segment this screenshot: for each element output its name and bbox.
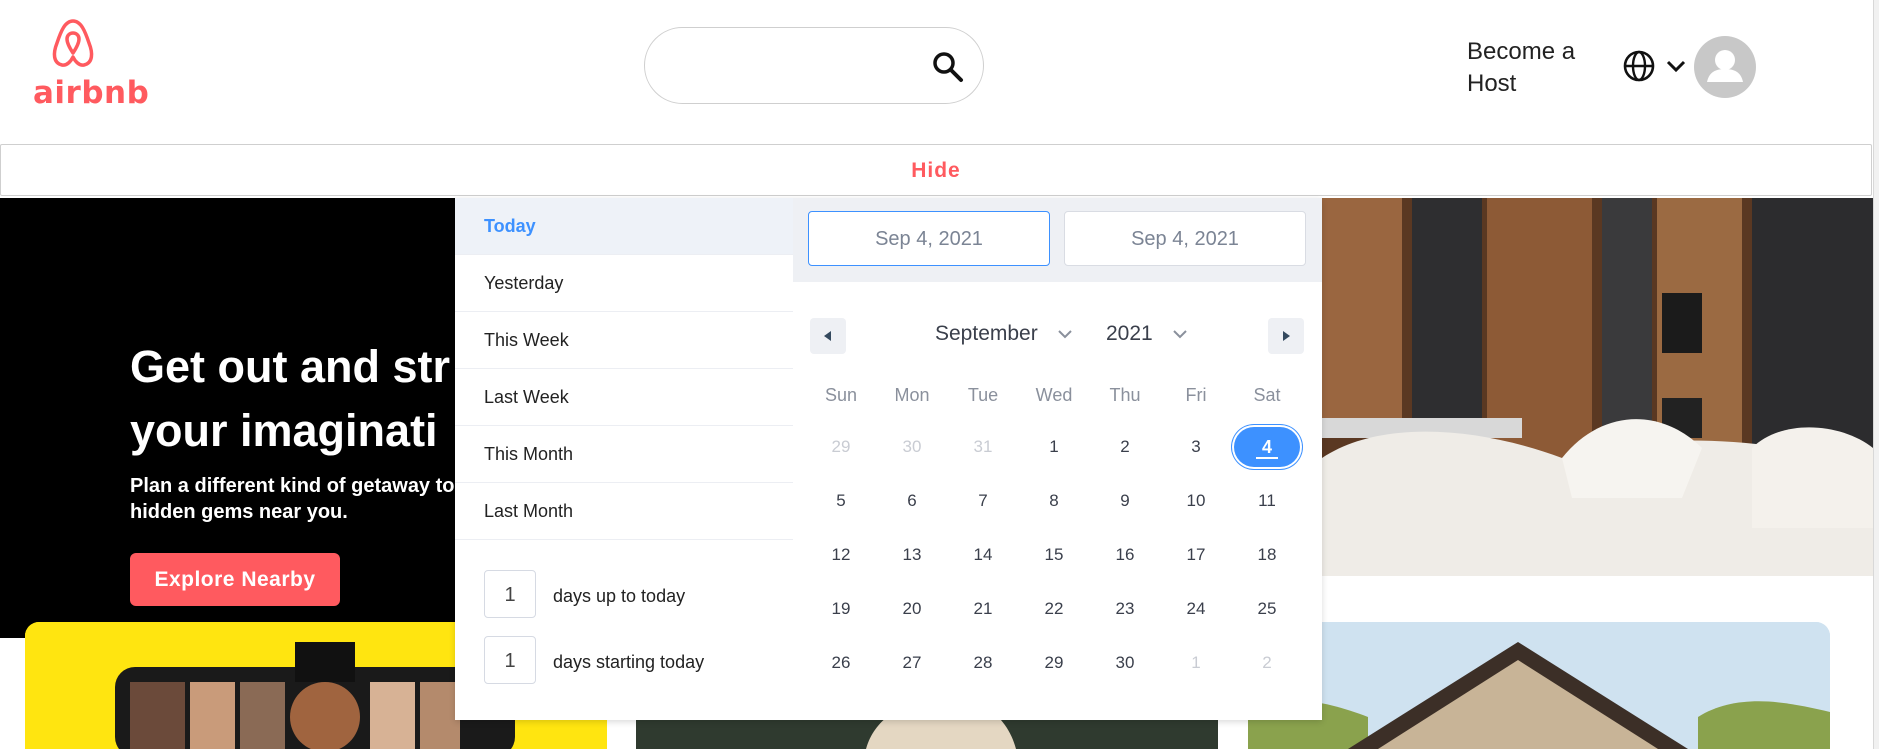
end-date-input[interactable]: Sep 4, 2021	[1064, 211, 1306, 266]
year-value: 2021	[1106, 322, 1153, 345]
page-scrollbar[interactable]	[1873, 0, 1879, 749]
calendar-day[interactable]: 16	[1095, 535, 1155, 575]
calendar-day[interactable]: 1	[1166, 643, 1226, 683]
weekday-label: Sun	[824, 385, 858, 405]
hide-button[interactable]: Hide	[911, 159, 961, 183]
selected-day[interactable]: 4	[1234, 427, 1300, 467]
weekday-label: Tue	[967, 385, 999, 405]
static-ranges: Today Yesterday This Week Last Week This…	[455, 198, 794, 720]
prev-month-button[interactable]	[810, 318, 846, 354]
calendar-day[interactable]: 24	[1166, 589, 1226, 629]
calendar-day[interactable]: 29	[811, 427, 871, 467]
start-date-input[interactable]: Sep 4, 2021	[808, 211, 1050, 266]
calendar-day[interactable]: 31	[953, 427, 1013, 467]
calendar-day[interactable]: 19	[811, 589, 871, 629]
logo-wordmark: airbnb	[33, 75, 150, 111]
date-display: Sep 4, 2021 Sep 4, 2021	[793, 198, 1322, 282]
weekday-label: Sat	[1253, 385, 1281, 405]
date-range-picker: Today Yesterday This Week Last Week This…	[455, 198, 1322, 720]
hide-bar[interactable]: Hide	[0, 144, 1872, 196]
card-entire-homes[interactable]	[1248, 622, 1830, 749]
calendar-day[interactable]: 10	[1166, 481, 1226, 521]
calendar-day[interactable]: 23	[1095, 589, 1155, 629]
weekday-label: Wed	[1035, 385, 1073, 405]
calendar-day[interactable]: 1	[1024, 427, 1084, 467]
hero-banner: Get out and str your imaginati Plan a di…	[0, 198, 455, 638]
calendar-day[interactable]: 6	[882, 481, 942, 521]
weekday-label: Mon	[894, 385, 930, 405]
calendar-day[interactable]: 26	[811, 643, 871, 683]
next-month-button[interactable]	[1268, 318, 1304, 354]
selected-day-label: 4	[1261, 437, 1272, 457]
days-up-to-today-input[interactable]: 1	[484, 570, 536, 618]
search-bar[interactable]	[644, 27, 984, 104]
days-starting-today-label: days starting today	[553, 652, 705, 672]
calendar-day[interactable]: 15	[1024, 535, 1084, 575]
month-select[interactable]: September	[935, 322, 1072, 346]
calendar-day[interactable]: 18	[1237, 535, 1297, 575]
calendar-day[interactable]: 2	[1095, 427, 1155, 467]
chevron-down-icon	[1172, 330, 1187, 339]
user-avatar[interactable]	[1694, 36, 1756, 98]
range-yesterday[interactable]: Yesterday	[455, 255, 793, 312]
range-today[interactable]: Today	[455, 198, 793, 255]
calendar-day[interactable]: 25	[1237, 589, 1297, 629]
top-header: airbnb Become a Host	[0, 0, 1879, 145]
calendar-day[interactable]: 29	[1024, 643, 1084, 683]
calendar-day[interactable]: 12	[811, 535, 871, 575]
month-value: September	[935, 322, 1038, 345]
days-starting-today-input[interactable]: 1	[484, 636, 536, 684]
range-this-month[interactable]: This Month	[455, 426, 793, 483]
calendar-day[interactable]: 30	[1095, 643, 1155, 683]
range-last-week[interactable]: Last Week	[455, 369, 793, 426]
calendar: Sep 4, 2021 Sep 4, 2021 September 2021 S…	[793, 198, 1322, 720]
calendar-day[interactable]: 5	[811, 481, 871, 521]
globe-icon[interactable]	[1622, 49, 1656, 83]
calendar-day[interactable]: 21	[953, 589, 1013, 629]
calendar-day[interactable]: 7	[953, 481, 1013, 521]
caret-right-icon	[1283, 331, 1290, 341]
calendar-day[interactable]: 17	[1166, 535, 1226, 575]
search-icon[interactable]	[931, 50, 965, 84]
weekday-label: Thu	[1109, 385, 1141, 405]
calendar-day[interactable]: 20	[882, 589, 942, 629]
airbnb-logo[interactable]: airbnb	[33, 17, 149, 111]
calendar-day[interactable]: 9	[1095, 481, 1155, 521]
calendar-day[interactable]: 13	[882, 535, 942, 575]
calendar-day[interactable]: 11	[1237, 481, 1297, 521]
calendar-day[interactable]: 8	[1024, 481, 1084, 521]
calendar-day[interactable]: 14	[953, 535, 1013, 575]
range-last-month[interactable]: Last Month	[455, 483, 793, 540]
calendar-day[interactable]: 28	[953, 643, 1013, 683]
become-host-link[interactable]: Become a Host	[1467, 36, 1597, 100]
user-avatar-icon	[1707, 50, 1743, 82]
calendar-day[interactable]: 27	[882, 643, 942, 683]
airbnb-logo-icon	[52, 19, 94, 67]
calendar-day[interactable]: 2	[1237, 643, 1297, 683]
hero-title: Get out and str your imaginati	[130, 341, 451, 456]
year-select[interactable]: 2021	[1106, 322, 1187, 346]
weekday-label: Fri	[1185, 385, 1207, 405]
room-photo	[1322, 198, 1873, 576]
days-up-to-today-label: days up to today	[553, 586, 686, 606]
explore-nearby-button[interactable]: Explore Nearby	[130, 553, 340, 606]
calendar-day[interactable]: 22	[1024, 589, 1084, 629]
caret-left-icon	[824, 331, 831, 341]
calendar-day[interactable]: 3	[1166, 427, 1226, 467]
hero-subtitle: Plan a different kind of getaway to hidd…	[130, 475, 455, 523]
chevron-down-icon[interactable]	[1664, 54, 1688, 78]
range-this-week[interactable]: This Week	[455, 312, 793, 369]
calendar-day[interactable]: 30	[882, 427, 942, 467]
chevron-down-icon	[1057, 330, 1072, 339]
